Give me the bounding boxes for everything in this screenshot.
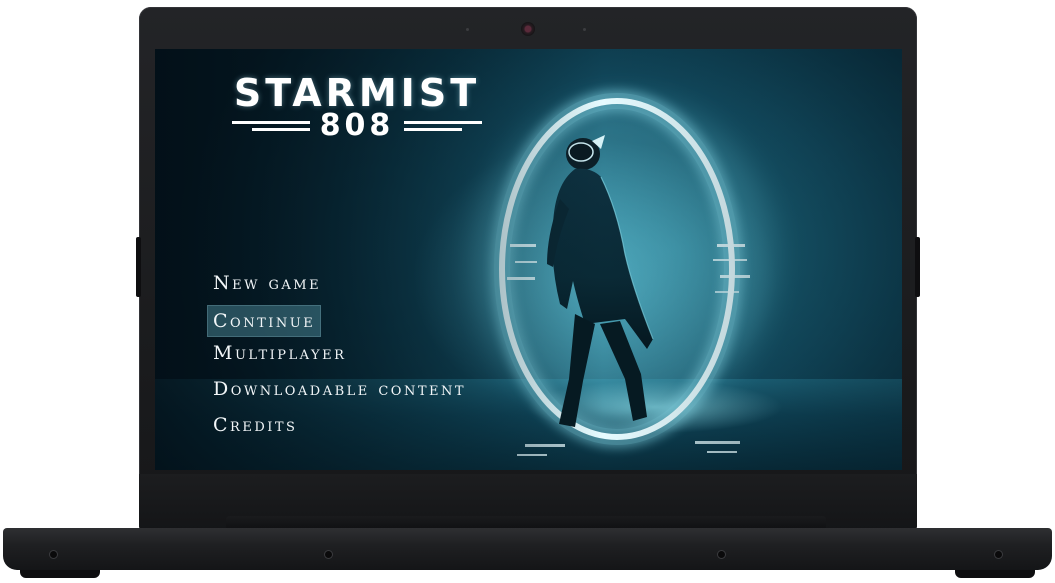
menu-item-credits[interactable]: Credits bbox=[207, 409, 472, 441]
laptop-device: STARMIST 808 New game Continue Multiplay… bbox=[0, 0, 1055, 583]
game-logo: STARMIST 808 bbox=[223, 73, 491, 141]
menu-item-continue[interactable]: Continue bbox=[207, 305, 322, 337]
main-menu: New game Continue Multiplayer Downloadab… bbox=[207, 267, 472, 441]
screw-icon bbox=[325, 551, 332, 558]
menu-item-downloadable-content[interactable]: Downloadable content bbox=[207, 373, 472, 405]
screw-icon bbox=[718, 551, 725, 558]
menu-item-multiplayer[interactable]: Multiplayer bbox=[207, 337, 472, 369]
logo-subtitle-row: 808 bbox=[223, 111, 491, 141]
logo-title: STARMIST bbox=[233, 71, 481, 115]
lid-hinge-left bbox=[136, 237, 141, 297]
base-hinge-cover bbox=[226, 516, 826, 530]
screw-icon bbox=[995, 551, 1002, 558]
game-screen: STARMIST 808 New game Continue Multiplay… bbox=[155, 49, 902, 470]
logo-bars-right bbox=[404, 121, 483, 131]
sensor-dot bbox=[583, 28, 586, 31]
base-foot-right bbox=[955, 570, 1035, 578]
webcam-icon bbox=[521, 22, 535, 36]
logo-bars-left bbox=[231, 121, 310, 131]
base-foot-left bbox=[20, 570, 100, 578]
lid-hinge-right bbox=[915, 237, 920, 297]
laptop-base bbox=[3, 528, 1052, 570]
screw-icon bbox=[50, 551, 57, 558]
sensor-dot bbox=[466, 28, 469, 31]
menu-item-new-game[interactable]: New game bbox=[207, 267, 472, 299]
logo-subtitle: 808 bbox=[319, 108, 395, 143]
